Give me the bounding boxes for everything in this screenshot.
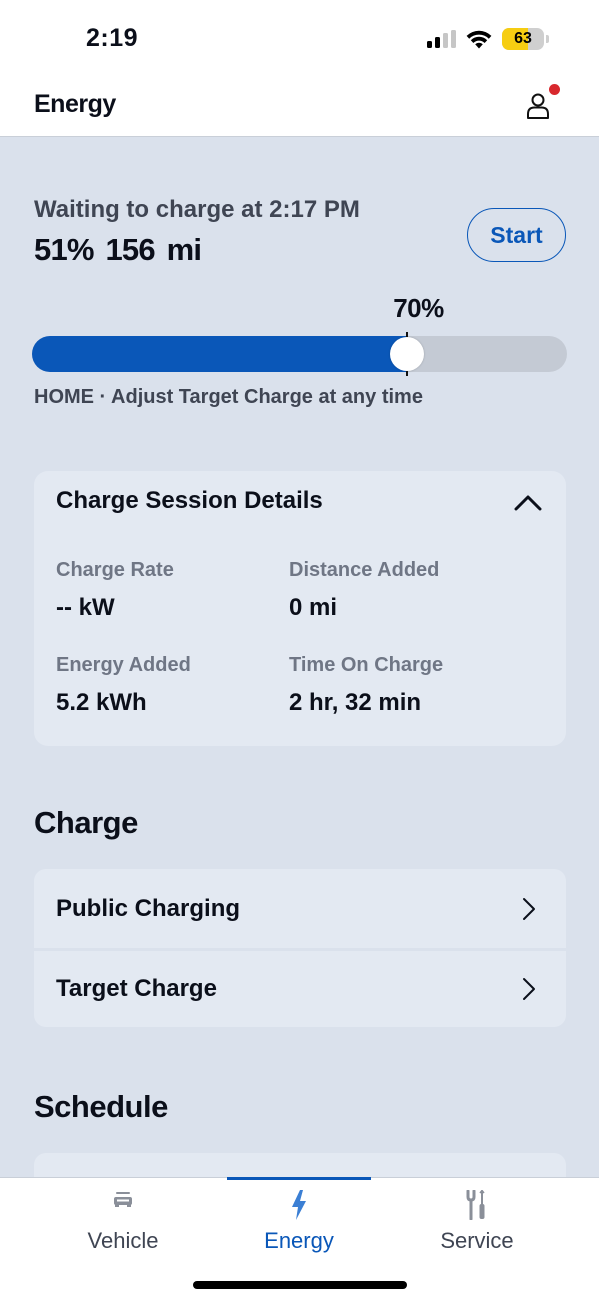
profile-button[interactable] bbox=[522, 84, 562, 124]
list-item-label: Target Charge bbox=[56, 975, 217, 1002]
metric-charge-rate: Charge Rate -- kW bbox=[56, 559, 174, 622]
metric-label: Time On Charge bbox=[289, 654, 444, 676]
charge-section-heading: Charge bbox=[34, 805, 138, 840]
page-title: Energy bbox=[34, 90, 116, 118]
notification-badge bbox=[549, 84, 560, 95]
wifi-icon bbox=[466, 30, 492, 48]
start-charge-button[interactable]: Start bbox=[467, 208, 566, 262]
status-time: 2:19 bbox=[86, 24, 139, 52]
metric-label: Distance Added bbox=[289, 559, 440, 581]
tab-label: Vehicle bbox=[87, 1228, 159, 1253]
tab-vehicle[interactable]: Vehicle bbox=[51, 1178, 195, 1258]
collapse-button[interactable] bbox=[510, 485, 546, 521]
chevron-right-icon bbox=[523, 897, 535, 920]
metric-distance-added: Distance Added 0 mi bbox=[289, 559, 439, 622]
metric-label: Charge Rate bbox=[56, 559, 174, 581]
battery-icon: 63 bbox=[502, 28, 549, 50]
app-header: Energy bbox=[0, 74, 599, 137]
chevron-right-icon bbox=[523, 978, 535, 1000]
active-tab-indicator bbox=[227, 1177, 371, 1180]
charge-session-details-card: Charge Session Details Charge Rate -- kW… bbox=[34, 471, 566, 746]
tab-label: Energy bbox=[264, 1228, 334, 1253]
target-charge-label: 70% bbox=[393, 293, 444, 323]
slider-thumb[interactable] bbox=[389, 337, 424, 371]
metric-value: 2 hr, 32 min bbox=[289, 689, 422, 716]
metric-value: -- kW bbox=[56, 594, 115, 621]
list-item-target-charge[interactable]: Target Charge bbox=[34, 948, 566, 1027]
schedule-section-heading: Schedule bbox=[34, 1089, 168, 1124]
battery-percent: 63 bbox=[514, 30, 532, 47]
metric-label: Energy Added bbox=[56, 654, 191, 676]
tab-label: Service bbox=[440, 1228, 514, 1253]
status-icons: 63 bbox=[427, 28, 549, 50]
tab-service[interactable]: Service bbox=[405, 1178, 549, 1258]
metric-value: 0 mi bbox=[289, 594, 338, 621]
list-item-label: Public Charging bbox=[56, 894, 241, 922]
home-indicator bbox=[193, 1281, 407, 1289]
status-bar: 2:19 63 bbox=[0, 0, 599, 74]
charge-status: Waiting to charge at 2:17 PM 51% 156 mi … bbox=[34, 196, 566, 268]
chevron-up-icon bbox=[514, 495, 542, 511]
target-charge-slider[interactable] bbox=[32, 332, 567, 376]
list-item-public-charging[interactable]: Public Charging bbox=[34, 869, 566, 948]
session-details-title: Charge Session Details bbox=[56, 487, 323, 514]
car-icon bbox=[114, 1192, 132, 1207]
tab-energy[interactable]: Energy bbox=[227, 1177, 371, 1258]
metric-time-on-charge: Time On Charge 2 hr, 32 min bbox=[289, 654, 443, 717]
cellular-signal-icon bbox=[427, 30, 456, 48]
lightning-bolt-icon bbox=[292, 1190, 306, 1220]
metric-value: 5.2 kWh bbox=[56, 689, 147, 716]
tools-icon bbox=[466, 1190, 485, 1220]
charge-progress-fill bbox=[32, 336, 407, 372]
location-note: HOME · Adjust Target Charge at any time bbox=[34, 386, 423, 408]
charge-options-list: Public Charging Target Charge bbox=[34, 869, 566, 1027]
metric-energy-added: Energy Added 5.2 kWh bbox=[56, 654, 191, 717]
